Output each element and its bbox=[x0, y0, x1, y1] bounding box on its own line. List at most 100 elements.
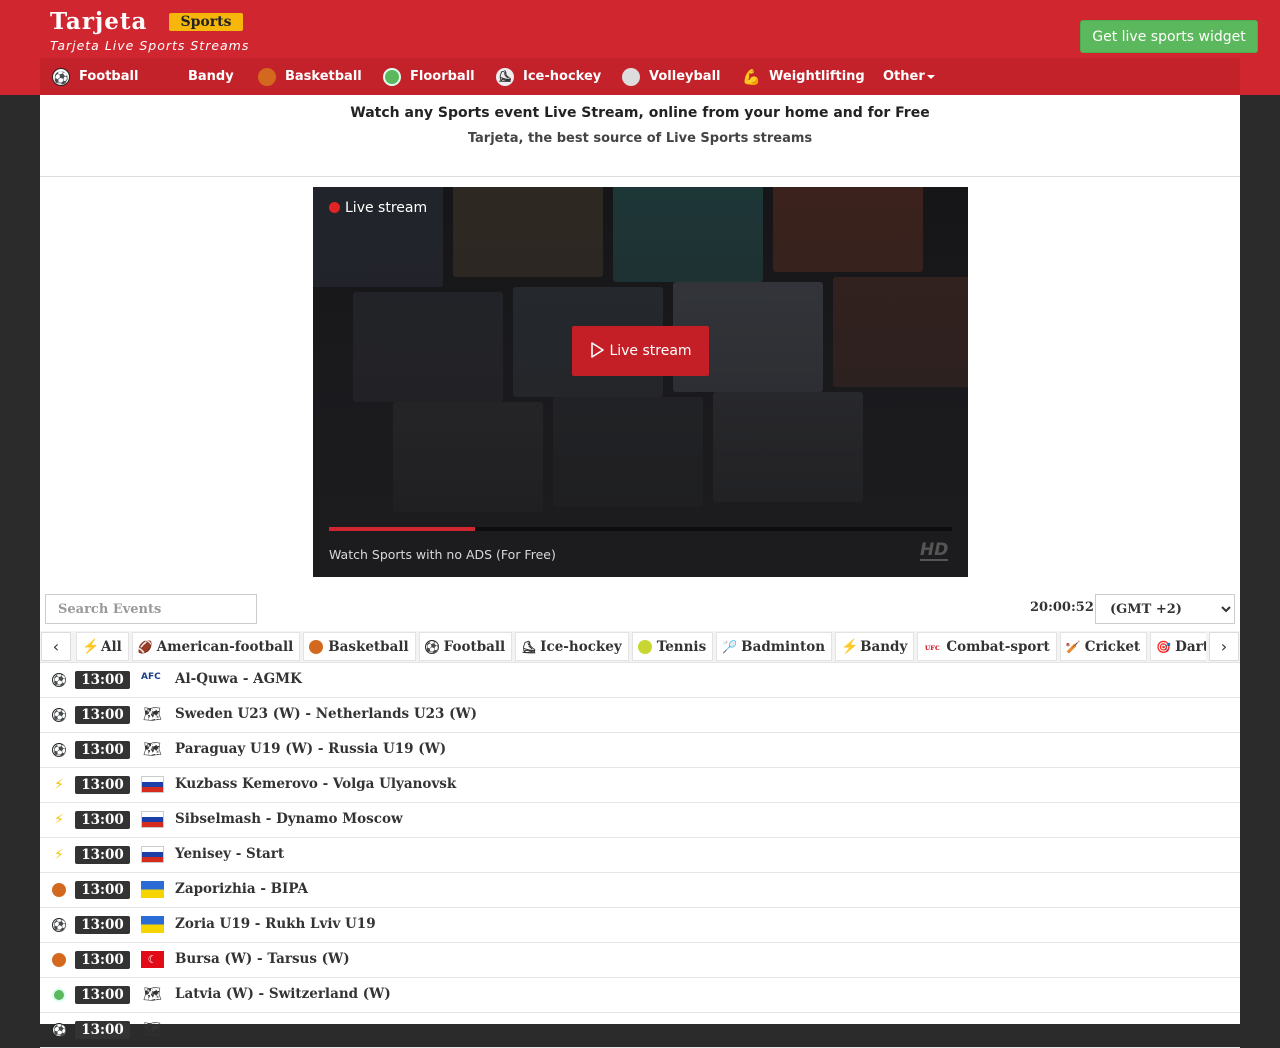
darts-icon: 🎯 bbox=[1156, 639, 1172, 654]
filter-chip-bandy[interactable]: ⚡ Bandy bbox=[835, 632, 915, 661]
russia-flag-icon bbox=[141, 776, 164, 793]
hd-badge: HD bbox=[920, 540, 949, 561]
filter-chips: ⚡ All 🏈 American-football Basketball ⚽ Footbal… bbox=[76, 631, 1206, 662]
play-live-stream-button[interactable]: Live stream bbox=[572, 326, 709, 376]
filter-chip-badminton[interactable]: 🏸 Badminton bbox=[716, 632, 833, 661]
event-time: 13:00 bbox=[75, 846, 130, 864]
floorball-icon bbox=[383, 67, 401, 86]
filter-chip-basketball[interactable]: Basketball bbox=[303, 632, 416, 661]
event-name[interactable]: Bursa (W) - Tarsus (W) bbox=[175, 951, 350, 967]
nav-label: Other bbox=[883, 69, 925, 84]
nav-label: Basketball bbox=[285, 69, 362, 84]
event-time: 13:00 bbox=[75, 671, 130, 689]
nav-item-bandy[interactable]: Bandy bbox=[188, 58, 234, 95]
filter-chip-cricket[interactable]: 🏏 Cricket bbox=[1059, 632, 1148, 661]
event-name[interactable]: Sweden U23 (W) - Netherlands U23 (W) bbox=[175, 706, 477, 722]
live-dot-icon bbox=[329, 201, 340, 213]
event-name[interactable]: Latvia (W) - Switzerland (W) bbox=[175, 986, 391, 1002]
event-name[interactable]: Sibselmash - Dynamo Moscow bbox=[175, 811, 403, 827]
get-widget-button[interactable]: Get live sports widget bbox=[1080, 20, 1258, 53]
nav-label: Ice-hockey bbox=[523, 69, 602, 84]
event-row[interactable]: ⚽ 13:00 🗺 Sweden U23 (W) - Netherlands U23 … bbox=[40, 698, 1240, 733]
basketball-icon bbox=[52, 883, 66, 897]
event-row[interactable]: ⚽ 13:00 🗺 Paraguay U19 (W) - Russia U19 (W) bbox=[40, 733, 1240, 768]
filter-chip-football[interactable]: ⚽ Football bbox=[418, 632, 513, 661]
event-row[interactable]: 13:00 ☾ Bursa (W) - Tarsus (W) bbox=[40, 943, 1240, 978]
main-content: Watch any Sports event Live Stream, onli… bbox=[40, 95, 1240, 1048]
lightning-icon: ⚡ bbox=[841, 638, 859, 655]
filter-chip-all[interactable]: ⚡ All bbox=[76, 632, 129, 661]
cricket-icon: 🏏 bbox=[1065, 639, 1081, 654]
search-input[interactable] bbox=[45, 594, 257, 624]
brand-badge: Sports bbox=[168, 12, 244, 31]
filter-chip-tennis[interactable]: Tennis bbox=[631, 632, 714, 661]
event-row[interactable]: ⚽ 13:00 Zoria U19 - Rukh Lviv U19 bbox=[40, 908, 1240, 943]
scroll-left-button[interactable]: ‹ bbox=[41, 632, 71, 661]
filter-chip-label: Darts bbox=[1175, 639, 1206, 655]
tennis-icon bbox=[637, 639, 652, 654]
nav-item-basketball[interactable]: Basketball bbox=[258, 58, 362, 95]
event-time: 13:00 bbox=[75, 811, 130, 829]
event-row[interactable]: ⚡ 13:00 Kuzbass Kemerovo - Volga Ulyanovsk bbox=[40, 768, 1240, 803]
nav-label: Bandy bbox=[188, 69, 234, 84]
timezone-select[interactable]: (GMT +2) bbox=[1095, 594, 1235, 624]
event-name[interactable]: Kuzbass Kemerovo - Volga Ulyanovsk bbox=[175, 776, 456, 792]
brand-name[interactable]: Tarjeta bbox=[50, 8, 147, 35]
divider bbox=[40, 176, 1240, 177]
event-name[interactable]: Paraguay U19 (W) - Russia U19 (W) bbox=[175, 741, 446, 757]
nav-item-other[interactable]: Other bbox=[883, 58, 935, 95]
event-row[interactable]: ⚽ 13:00 🗺 bbox=[40, 1013, 1240, 1048]
hero-title: Watch any Sports event Live Stream, onli… bbox=[350, 105, 930, 121]
nav-item-weightlifting[interactable]: 💪 Weightlifting bbox=[742, 58, 865, 95]
progress-bar[interactable] bbox=[329, 527, 952, 531]
filter-chip-label: Ice-hockey bbox=[540, 639, 622, 655]
football-icon: ⚽ bbox=[52, 673, 67, 687]
lightning-icon: ⚡ bbox=[54, 777, 64, 793]
ukraine-flag-icon bbox=[141, 916, 164, 933]
nav-item-floorball[interactable]: Floorball bbox=[383, 58, 475, 95]
turkey-flag-icon: ☾ bbox=[141, 951, 164, 968]
nav-item-volleyball[interactable]: Volleyball bbox=[622, 58, 720, 95]
event-name[interactable]: Zaporizhia - BIPA bbox=[175, 881, 308, 897]
live-indicator: Live stream bbox=[329, 200, 427, 216]
filter-chip-label: All bbox=[101, 639, 122, 655]
floorball-icon bbox=[52, 988, 66, 1002]
ufc-icon: ᴜꜰᴄ bbox=[924, 641, 940, 652]
nav-item-football[interactable]: ⚽ Football bbox=[52, 58, 138, 95]
volleyball-icon bbox=[622, 67, 640, 86]
play-button-label: Live stream bbox=[609, 343, 692, 359]
filter-chip-label: Cricket bbox=[1084, 639, 1141, 655]
event-name[interactable]: Yenisey - Start bbox=[175, 846, 284, 862]
event-time: 13:00 bbox=[75, 986, 130, 1004]
event-time: 13:00 bbox=[75, 706, 130, 724]
filter-chip-label: Basketball bbox=[328, 639, 409, 655]
event-name[interactable]: Al-Quwa - AGMK bbox=[175, 671, 302, 687]
brand[interactable]: Tarjeta Sports bbox=[50, 8, 244, 35]
football-icon: ⚽ bbox=[52, 743, 67, 757]
world-flag-icon: 🗺 bbox=[142, 986, 163, 1003]
event-time: 13:00 bbox=[75, 916, 130, 934]
filter-chip-american-football[interactable]: 🏈 American-football bbox=[131, 632, 301, 661]
world-flag-icon: 🗺 bbox=[142, 706, 163, 723]
sport-filter-bar: ‹ ⚡ All 🏈 American-football Basketball ⚽ Footb… bbox=[40, 631, 1240, 663]
ice-hockey-icon: ⛸ bbox=[521, 639, 537, 654]
event-row[interactable]: 13:00 Zaporizhia - BIPA bbox=[40, 873, 1240, 908]
nav-item-ice-hockey[interactable]: ⛸ Ice-hockey bbox=[496, 58, 601, 95]
lightning-icon: ⚡ bbox=[82, 638, 100, 655]
football-icon: ⚽ bbox=[52, 918, 67, 932]
event-row[interactable]: ⚡ 13:00 Sibselmash - Dynamo Moscow bbox=[40, 803, 1240, 838]
scroll-right-button[interactable]: › bbox=[1209, 632, 1239, 661]
chevron-right-icon: › bbox=[1220, 637, 1228, 656]
filter-chip-ice-hockey[interactable]: ⛸ Ice-hockey bbox=[515, 632, 629, 661]
filter-chip-combat-sport[interactable]: ᴜꜰᴄ Combat-sport bbox=[917, 632, 1057, 661]
event-name[interactable]: Zoria U19 - Rukh Lviv U19 bbox=[175, 916, 376, 932]
filter-chip-darts[interactable]: 🎯Darts bbox=[1150, 632, 1206, 661]
event-row[interactable]: ⚽ 13:00 AFC Al-Quwa - AGMK bbox=[40, 663, 1240, 698]
event-row[interactable]: 13:00 🗺 Latvia (W) - Switzerland (W) bbox=[40, 978, 1240, 1013]
nav-label: Volleyball bbox=[649, 69, 721, 84]
event-row[interactable]: ⚡ 13:00 Yenisey - Start bbox=[40, 838, 1240, 873]
video-player[interactable]: Live stream Live stream Watch Sports wit… bbox=[313, 187, 968, 577]
event-time: 13:00 bbox=[75, 776, 130, 794]
filter-chip-label: Tennis bbox=[656, 639, 707, 655]
football-icon: ⚽ bbox=[52, 1023, 67, 1037]
